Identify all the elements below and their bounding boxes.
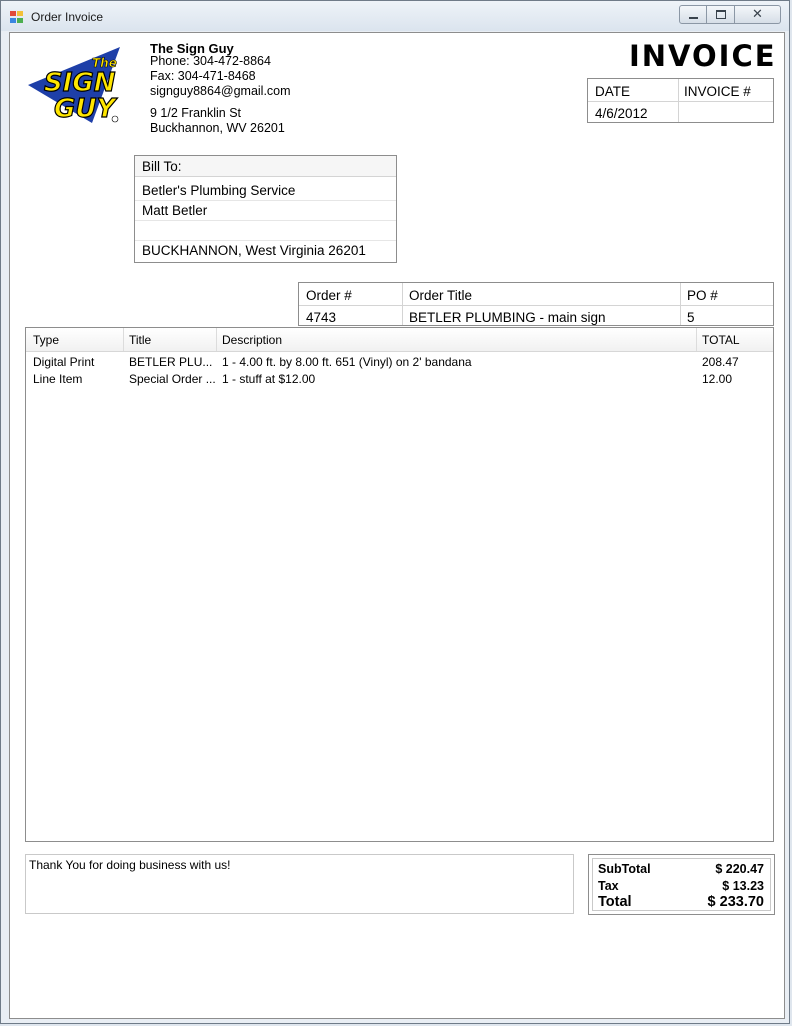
table-row[interactable]: Line Item Special Order ... 1 - stuff at… bbox=[26, 370, 773, 387]
column-header-type[interactable]: Type bbox=[33, 333, 59, 347]
row-description: 1 - 4.00 ft. by 8.00 ft. 651 (Vinyl) on … bbox=[222, 355, 472, 369]
line-items-header: Type Title Description TOTAL bbox=[26, 328, 773, 352]
po-number-value[interactable]: 5 bbox=[687, 310, 695, 325]
row-total: 12.00 bbox=[702, 372, 733, 386]
subtotal-label: SubTotal bbox=[598, 862, 651, 876]
title-bar[interactable]: Order Invoice ✕ bbox=[1, 1, 789, 31]
app-icon bbox=[10, 11, 24, 24]
company-phone: Phone: 304-472-8864 bbox=[150, 54, 271, 68]
bill-to-line3[interactable] bbox=[135, 220, 396, 241]
po-number-label: PO # bbox=[687, 288, 718, 303]
line-items-list[interactable]: Type Title Description TOTAL Digital Pri… bbox=[25, 327, 774, 842]
close-button[interactable]: ✕ bbox=[735, 5, 781, 24]
company-address-line1: 9 1/2 Franklin St bbox=[150, 106, 242, 120]
order-info-box: Order # Order Title PO # 4743 BETLER PLU… bbox=[298, 282, 774, 326]
bill-to-box: Bill To: Betler's Plumbing Service Matt … bbox=[134, 155, 397, 263]
table-row[interactable]: Digital Print BETLER PLU... 1 - 4.00 ft.… bbox=[26, 353, 773, 370]
window-controls: ✕ bbox=[679, 5, 781, 24]
order-title-label: Order Title bbox=[409, 288, 473, 303]
invoice-document: The SIGN GUY The Sign Guy Phone: 304-472… bbox=[9, 32, 785, 1019]
row-title: Special Order ... bbox=[129, 372, 215, 386]
minimize-button[interactable] bbox=[679, 5, 707, 24]
date-invoice-box: DATE INVOICE # 4/6/2012 bbox=[587, 78, 774, 123]
invoice-heading: INVOICE bbox=[629, 39, 777, 73]
order-number-value[interactable]: 4743 bbox=[306, 310, 336, 325]
row-title: BETLER PLU... bbox=[129, 355, 213, 369]
company-email: signguy8864@gmail.com bbox=[150, 84, 291, 98]
totals-box: SubTotal $ 220.47 Tax $ 13.23 Total $ 23… bbox=[588, 854, 775, 915]
bill-to-header: Bill To: bbox=[135, 156, 396, 177]
row-type: Digital Print bbox=[33, 355, 95, 369]
tax-label: Tax bbox=[598, 879, 619, 893]
bill-to-line1[interactable]: Betler's Plumbing Service bbox=[135, 180, 396, 201]
order-title-value[interactable]: BETLER PLUMBING - main sign bbox=[409, 310, 606, 325]
subtotal-value: $ 220.47 bbox=[715, 862, 764, 876]
notes-text: Thank You for doing business with us! bbox=[29, 858, 231, 872]
tax-value: $ 13.23 bbox=[722, 879, 764, 893]
bill-to-label: Bill To: bbox=[142, 159, 182, 174]
invoice-number-label: INVOICE # bbox=[684, 84, 751, 99]
order-invoice-window: Order Invoice ✕ The SIGN GUY The Sign Gu… bbox=[0, 0, 790, 1024]
order-number-label: Order # bbox=[306, 288, 352, 303]
bill-to-line4[interactable]: BUCKHANNON, West Virginia 26201 bbox=[135, 240, 396, 260]
bill-to-line1-text: Betler's Plumbing Service bbox=[142, 183, 296, 198]
column-header-total[interactable]: TOTAL bbox=[702, 333, 740, 347]
logo-text-guy: GUY bbox=[54, 94, 118, 124]
column-header-description[interactable]: Description bbox=[222, 333, 282, 347]
row-total: 208.47 bbox=[702, 355, 739, 369]
column-header-title[interactable]: Title bbox=[129, 333, 151, 347]
company-fax: Fax: 304-471-8468 bbox=[150, 69, 256, 83]
sign-guy-logo: The SIGN GUY bbox=[22, 45, 126, 125]
date-label: DATE bbox=[595, 84, 631, 99]
totals-inner: SubTotal $ 220.47 Tax $ 13.23 Total $ 23… bbox=[592, 858, 771, 911]
total-value: $ 233.70 bbox=[707, 894, 764, 910]
window-title: Order Invoice bbox=[31, 10, 104, 24]
company-address-line2: Buckhannon, WV 26201 bbox=[150, 121, 285, 135]
close-icon: ✕ bbox=[752, 7, 763, 22]
notes-field[interactable]: Thank You for doing business with us! bbox=[25, 854, 574, 914]
bill-to-line2[interactable]: Matt Betler bbox=[135, 200, 396, 221]
total-label: Total bbox=[598, 894, 632, 910]
maximize-button[interactable] bbox=[707, 5, 735, 24]
date-value[interactable]: 4/6/2012 bbox=[595, 106, 648, 121]
restore-icon bbox=[715, 10, 726, 19]
row-description: 1 - stuff at $12.00 bbox=[222, 372, 316, 386]
minimize-icon bbox=[688, 16, 698, 19]
row-type: Line Item bbox=[33, 372, 83, 386]
bill-to-line4-text: BUCKHANNON, West Virginia 26201 bbox=[142, 243, 366, 258]
bill-to-line2-text: Matt Betler bbox=[142, 203, 208, 218]
